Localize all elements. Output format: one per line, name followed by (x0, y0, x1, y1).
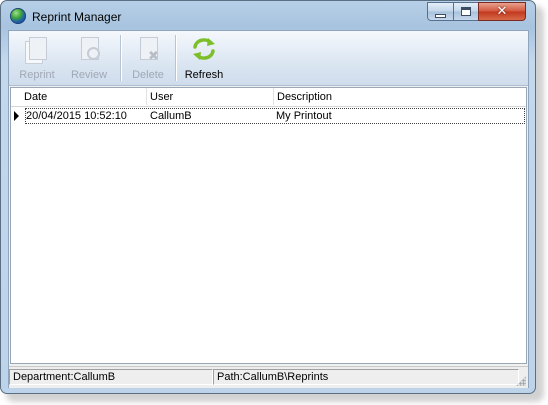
refresh-button[interactable]: Refresh (182, 33, 226, 83)
column-header-user[interactable]: User (150, 91, 173, 103)
maximize-icon (461, 7, 471, 16)
column-divider[interactable] (273, 88, 274, 105)
reprint-label: Reprint (19, 69, 55, 81)
column-divider[interactable] (146, 88, 147, 105)
column-header-date[interactable]: Date (24, 91, 47, 103)
row-user: CallumB (150, 110, 192, 122)
row-description: My Printout (276, 110, 332, 122)
reprint-button[interactable]: Reprint (15, 33, 59, 83)
status-path: Path:CallumB\Reprints (213, 369, 519, 385)
delete-label: Delete (132, 69, 164, 81)
client-area: Reprint Review ✖ Delete Refresh Date Use… (8, 30, 529, 388)
toolbar-separator (120, 35, 122, 81)
status-bar: Department:CallumB Path:CallumB\Reprints (9, 366, 528, 388)
reprint-icon (23, 35, 51, 64)
row-date: 20/04/2015 10:52:10 (26, 110, 127, 122)
column-header-description[interactable]: Description (277, 91, 332, 103)
list-header: Date User Description (11, 88, 526, 107)
reprint-list[interactable]: Date User Description 20/04/2015 10:52:1… (10, 87, 527, 364)
delete-icon: ✖ (134, 35, 162, 64)
title-bar[interactable]: Reprint Manager ✕ (1, 1, 535, 31)
review-icon (75, 35, 103, 63)
review-label: Review (70, 69, 108, 81)
table-row[interactable]: 20/04/2015 10:52:10 CallumB My Printout (25, 108, 525, 124)
window-title: Reprint Manager (32, 10, 122, 24)
refresh-icon (190, 35, 218, 63)
close-button[interactable]: ✕ (478, 2, 526, 21)
globe-icon (10, 8, 26, 24)
toolbar: Reprint Review ✖ Delete Refresh (9, 31, 528, 86)
minimize-button[interactable] (427, 2, 454, 21)
delete-button[interactable]: ✖ Delete (126, 33, 170, 83)
close-icon: ✕ (496, 4, 508, 19)
maximize-button[interactable] (453, 2, 479, 21)
minimize-icon (435, 13, 446, 18)
refresh-label: Refresh (184, 69, 224, 81)
row-indicator-icon (14, 111, 19, 121)
review-button[interactable]: Review (67, 33, 111, 83)
reprint-manager-window: Reprint Manager ✕ Reprint Review ✖ Delet… (0, 0, 536, 394)
status-department: Department:CallumB (9, 369, 213, 385)
toolbar-separator (175, 35, 177, 81)
